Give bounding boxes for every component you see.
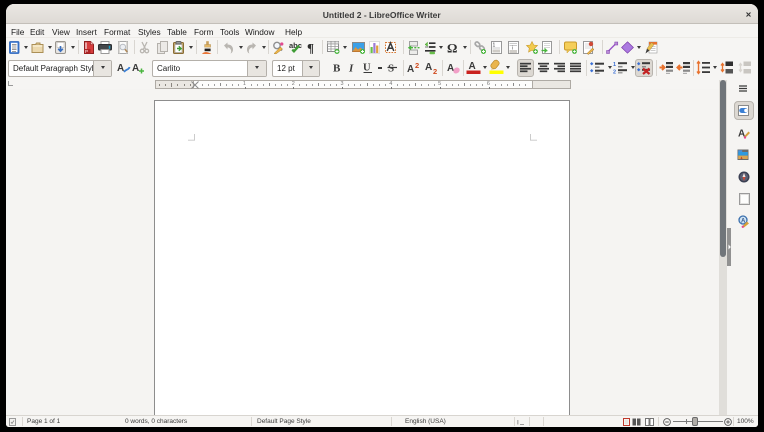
svg-text:A: A [132, 63, 139, 74]
svg-text:2: 2 [613, 70, 616, 76]
svg-text:i: i [512, 46, 513, 52]
svg-text:A: A [117, 63, 124, 74]
svg-text:A: A [469, 61, 476, 72]
svg-text:¶: ¶ [307, 41, 314, 56]
svg-text:I: I [348, 63, 354, 75]
svg-text:I: I [517, 419, 519, 426]
svg-text:B: B [333, 63, 341, 75]
svg-text:1: 1 [613, 62, 616, 68]
svg-text:A: A [407, 64, 414, 75]
svg-text:1: 1 [493, 43, 496, 49]
svg-text:2: 2 [415, 61, 419, 70]
svg-text:2: 2 [433, 67, 437, 76]
svg-text:P: P [85, 49, 88, 54]
svg-text:Ω: Ω [447, 41, 457, 56]
svg-text:U: U [363, 63, 371, 74]
svg-text:A: A [425, 62, 432, 73]
svg-text:S: S [388, 63, 394, 75]
svg-text:A: A [447, 63, 454, 74]
